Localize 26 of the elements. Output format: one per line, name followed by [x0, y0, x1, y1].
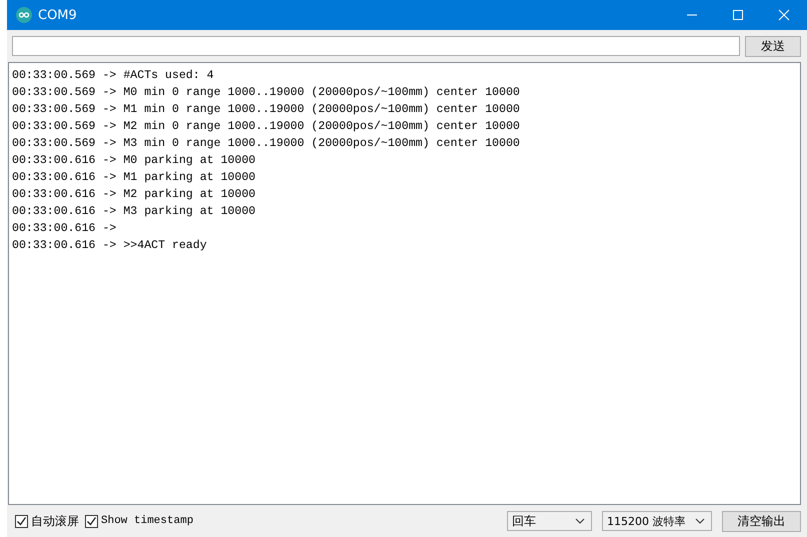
log-line: 00:33:00.569 -> M0 min 0 range 1000..19000 (20000pos/~100mm) center 10000	[12, 85, 521, 101]
log-line: 00:33:00.569 -> M1 min 0 range 1000..19000 (20000pos/~100mm) center 10000	[12, 102, 521, 118]
chevron-down-icon	[575, 518, 585, 524]
window-title: COM9	[38, 8, 77, 22]
log-line: 00:33:00.569 -> #ACTs used: 4	[12, 68, 215, 84]
log-line: 00:33:00.616 -> >>4ACT ready	[12, 238, 208, 254]
checkbox-label: Show timestamp	[101, 515, 194, 527]
input-field[interactable]	[12, 36, 740, 56]
baud-rate-dropdown[interactable]: 115200 波特率	[602, 511, 712, 531]
send-button[interactable]: 发送	[745, 36, 801, 56]
log-line: 00:33:00.616 -> M0 parking at 10000	[12, 153, 257, 169]
checkbox-label: 自动滚屏	[31, 512, 79, 530]
log-line: 00:33:00.616 -> M2 parking at 10000	[12, 187, 257, 203]
log-line: 00:33:00.569 -> M3 min 0 range 1000..19000 (20000pos/~100mm) center 10000	[12, 136, 521, 152]
checkbox[interactable]	[15, 514, 28, 528]
checkbox[interactable]	[85, 514, 98, 528]
log-line: 00:33:00.616 -> M1 parking at 10000	[12, 170, 257, 186]
maximize-icon[interactable]	[732, 9, 744, 21]
log-line: 00:33:00.569 -> M2 min 0 range 1000..19000 (20000pos/~100mm) center 10000	[12, 119, 521, 135]
clear-output-button[interactable]: 清空输出	[722, 510, 801, 532]
close-icon[interactable]	[778, 9, 790, 21]
line-ending-dropdown[interactable]: 回车	[507, 511, 592, 531]
chevron-down-icon	[695, 518, 705, 524]
app-logo-icon	[16, 7, 32, 23]
log-line: 00:33:00.616 -> M3 parking at 10000	[12, 204, 257, 220]
log-line: 00:33:00.616 ->	[12, 221, 118, 237]
